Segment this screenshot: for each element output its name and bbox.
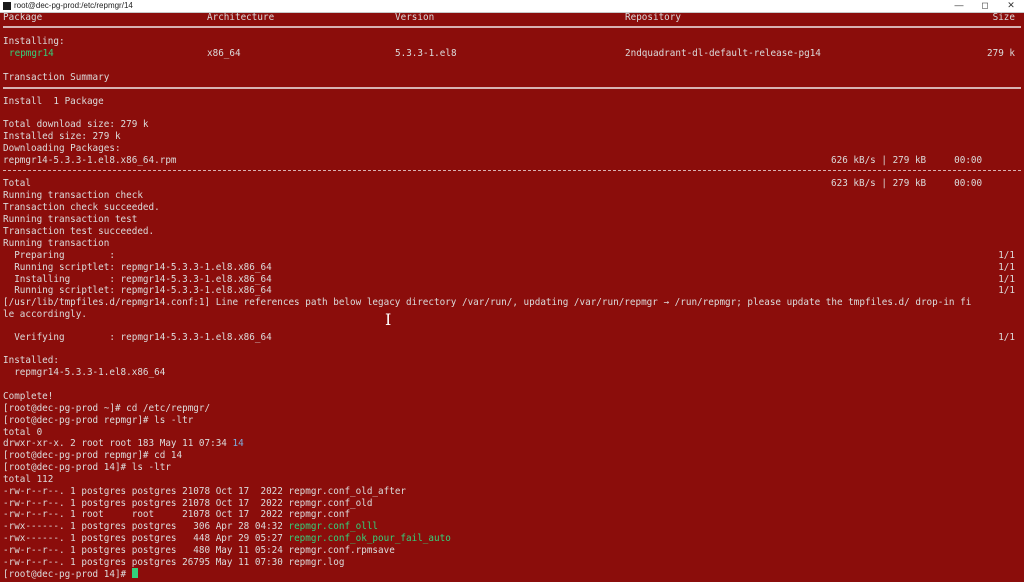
total-row: Total 623 kB/s | 279 kB 00:00 <box>3 178 1021 190</box>
installed-size: Installed size: 279 k <box>3 131 121 142</box>
transaction-line: Running transaction <box>3 238 110 249</box>
step-line: Running scriptlet: repmgr14-5.3.3-1.el8.… <box>3 262 1021 274</box>
file-name: repmgr.conf_ok_pour_fail_auto <box>288 533 451 544</box>
file-name: repmgr.conf.rpmsave <box>288 545 395 556</box>
step-count: 1/1 <box>998 262 1015 273</box>
dir-permissions: drwxr-xr-x. 2 root root 183 May 11 07:34 <box>3 438 233 449</box>
header-version: Version <box>395 12 435 23</box>
step-text: Running scriptlet: repmgr14-5.3.3-1.el8.… <box>3 285 272 296</box>
package-name: repmgr14 <box>9 48 54 59</box>
verifying-count: 1/1 <box>998 332 1015 343</box>
file-name: repmgr.log <box>288 557 345 568</box>
file-meta: -rw-r--r--. 1 postgres postgres 21078 Oc… <box>3 486 289 497</box>
file-meta: -rw-r--r--. 1 root root 21078 Oct 17 202… <box>3 509 289 520</box>
installed-package: repmgr14-5.3.3-1.el8.x86_64 <box>3 367 166 378</box>
download-size: Total download size: 279 k <box>3 119 149 130</box>
file-listing-line: -rw-r--r--. 1 postgres postgres 480 May … <box>3 545 1021 557</box>
header-package: Package <box>3 12 43 23</box>
installed-label: Installed: <box>3 355 59 366</box>
step-text: Preparing : <box>3 250 115 261</box>
file-name: repmgr.conf_old_after <box>288 486 407 497</box>
rpm-file: repmgr14-5.3.3-1.el8.x86_64.rpm <box>3 155 177 166</box>
window-title: root@dec-pg-prod:/etc/repmgr/14 <box>14 1 133 10</box>
header-repository: Repository <box>625 12 681 23</box>
file-meta: -rwx------. 1 postgres postgres 306 Apr … <box>3 521 289 532</box>
file-name: repmgr.conf <box>288 509 351 520</box>
verifying-line: Verifying : repmgr14-5.3.3-1.el8.x86_64 … <box>3 332 1021 344</box>
file-meta: -rwx------. 1 postgres postgres 448 Apr … <box>3 533 289 544</box>
verifying-text: Verifying : repmgr14-5.3.3-1.el8.x86_64 <box>3 332 272 343</box>
total-label: Total <box>3 178 31 189</box>
package-row: repmgr14 x86_64 5.3.3-1.el8 2ndquadrant-… <box>3 48 1021 60</box>
total-count: total 112 <box>3 474 54 485</box>
step-text: Running scriptlet: repmgr14-5.3.3-1.el8.… <box>3 262 272 273</box>
command-line: [root@dec-pg-prod repmgr]# cd 14 <box>3 450 183 461</box>
warning-line: [/usr/lib/tmpfiles.d/repmgr14.conf:1] Li… <box>3 297 972 308</box>
file-meta: -rw-r--r--. 1 postgres postgres 21078 Oc… <box>3 498 289 509</box>
package-repo: 2ndquadrant-dl-default-release-pg14 <box>625 48 821 59</box>
downloading-label: Downloading Packages: <box>3 143 121 154</box>
step-line: Running scriptlet: repmgr14-5.3.3-1.el8.… <box>3 285 1021 297</box>
mouse-ibeam-cursor-icon: I <box>385 310 392 329</box>
dir-listing-line: drwxr-xr-x. 2 root root 183 May 11 07:34… <box>3 438 1021 450</box>
step-count: 1/1 <box>998 250 1015 261</box>
dir-name: 14 <box>232 438 244 449</box>
rpm-row: repmgr14-5.3.3-1.el8.x86_64.rpm 626 kB/s… <box>3 155 1021 167</box>
transaction-line: Transaction check succeeded. <box>3 202 160 213</box>
package-version: 5.3.3-1.el8 <box>395 48 457 59</box>
header-size: Size <box>992 12 1015 23</box>
package-size: 279 k <box>987 48 1015 59</box>
text-cursor <box>131 568 138 578</box>
close-button[interactable]: ✕ <box>998 0 1024 12</box>
separator <box>3 170 1021 171</box>
file-listing-line: -rwx------. 1 postgres postgres 306 Apr … <box>3 521 1021 533</box>
file-listing-line: -rw-r--r--. 1 postgres postgres 21078 Oc… <box>3 486 1021 498</box>
install-count: Install 1 Package <box>3 96 104 107</box>
file-meta: -rw-r--r--. 1 postgres postgres 480 May … <box>3 545 289 556</box>
transaction-line: Transaction test succeeded. <box>3 226 155 237</box>
transaction-line: Running transaction test <box>3 214 138 225</box>
separator <box>3 87 1021 89</box>
summary-label: Transaction Summary <box>3 72 110 83</box>
maximize-button[interactable]: ◻ <box>972 0 998 12</box>
package-arch: x86_64 <box>207 48 241 59</box>
file-name: repmgr.conf_olll <box>288 521 379 532</box>
minimize-button[interactable]: — <box>946 0 972 12</box>
file-listing-line: -rw-r--r--. 1 root root 21078 Oct 17 202… <box>3 509 1021 521</box>
command-line: [root@dec-pg-prod repmgr]# ls -ltr <box>3 415 194 426</box>
prompt-text: [root@dec-pg-prod 14]# <box>3 569 132 580</box>
terminal-icon <box>3 2 11 10</box>
warning-line: le accordingly. <box>3 309 87 320</box>
file-meta: -rw-r--r--. 1 postgres postgres 26795 Ma… <box>3 557 289 568</box>
step-line: Preparing : 1/1 <box>3 250 1021 262</box>
table-header: Package Architecture Version Repository … <box>3 12 1021 24</box>
transaction-line: Running transaction check <box>3 190 143 201</box>
step-count: 1/1 <box>998 285 1015 296</box>
separator <box>3 26 1021 28</box>
rpm-stats: 626 kB/s | 279 kB 00:00 <box>831 155 983 166</box>
command-line: [root@dec-pg-prod ~]# cd /etc/repmgr/ <box>3 403 211 414</box>
file-name: repmgr.conf_old <box>288 498 373 509</box>
complete-message: Complete! <box>3 391 54 402</box>
terminal-output[interactable]: Package Architecture Version Repository … <box>0 12 1024 582</box>
file-listing-line: -rwx------. 1 postgres postgres 448 Apr … <box>3 533 1021 545</box>
header-architecture: Architecture <box>207 12 275 23</box>
command-line: [root@dec-pg-prod 14]# ls -ltr <box>3 462 171 473</box>
total-stats: 623 kB/s | 279 kB 00:00 <box>831 178 983 189</box>
installing-label: Installing: <box>3 36 65 47</box>
shell-prompt[interactable]: [root@dec-pg-prod 14]# <box>3 568 1021 580</box>
